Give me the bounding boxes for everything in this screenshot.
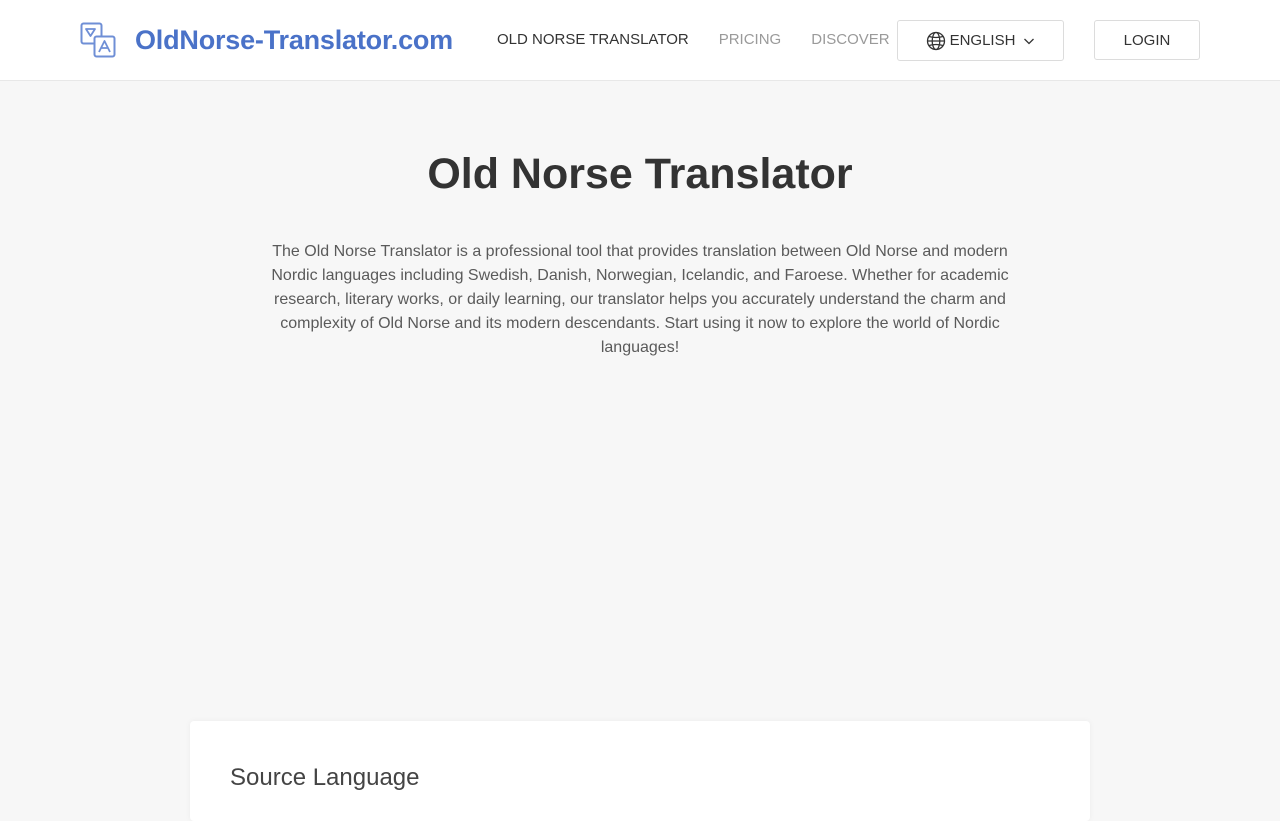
site-logo-link[interactable]: OldNorse-Translator.com <box>80 21 453 59</box>
main-nav: OLD NORSE TRANSLATOR PRICING DISCOVER <box>497 31 920 48</box>
chevron-down-icon <box>1024 38 1035 44</box>
page-title: Old Norse Translator <box>427 150 853 198</box>
nav-pricing[interactable]: PRICING <box>719 31 782 48</box>
nav-old-norse-translator[interactable]: OLD NORSE TRANSLATOR <box>497 31 689 48</box>
nav-discover[interactable]: DISCOVER <box>811 31 889 48</box>
logo-text: OldNorse-Translator.com <box>135 24 453 55</box>
language-label: ENGLISH <box>949 32 1016 49</box>
source-language-label: Source Language <box>230 764 420 791</box>
globe-icon <box>926 31 945 50</box>
translator-card: Source Language <box>190 721 1090 821</box>
login-button[interactable]: LOGIN <box>1094 20 1200 60</box>
intro-text: The Old Norse Translator is a profession… <box>271 243 1009 356</box>
translate-icon <box>80 22 116 58</box>
site-header: OldNorse-Translator.com OLD NORSE TRANSL… <box>0 0 1280 81</box>
language-selector[interactable]: ENGLISH <box>897 20 1064 61</box>
